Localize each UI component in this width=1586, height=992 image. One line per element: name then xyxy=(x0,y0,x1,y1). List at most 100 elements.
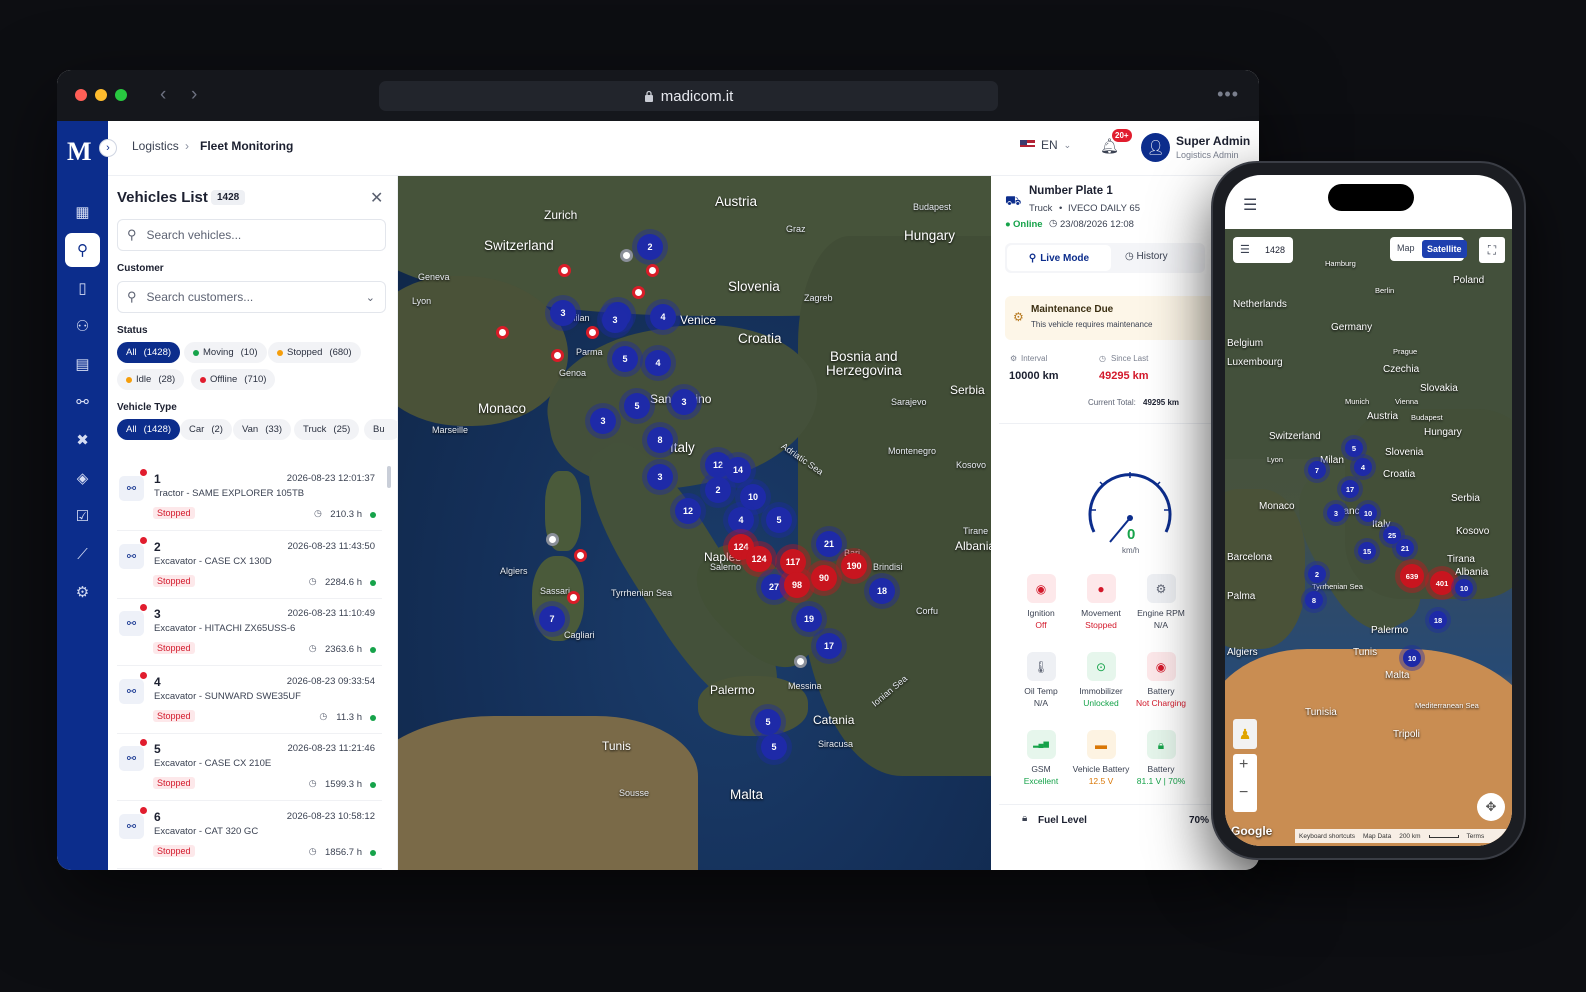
close-icon[interactable]: ✕ xyxy=(370,188,383,208)
phone-cluster-marker[interactable]: 3 xyxy=(1327,504,1345,522)
map-cluster-marker[interactable]: 18 xyxy=(869,578,895,604)
vehicle-list-item[interactable]: ⚯ 4 2026-08-23 09:33:54 Excavator - SUNWARD… xyxy=(117,667,382,734)
map-cluster-marker[interactable]: 3 xyxy=(590,408,616,434)
maximize-window-button[interactable] xyxy=(115,89,127,101)
phone-cluster-marker[interactable]: 7 xyxy=(1308,461,1326,479)
scrollbar-thumb[interactable] xyxy=(387,466,391,488)
status-chip-moving[interactable]: Moving (10) xyxy=(184,342,267,363)
map-cluster-marker[interactable]: 124 xyxy=(746,546,772,572)
map-pin-marker[interactable] xyxy=(551,349,564,362)
map-pin-marker[interactable] xyxy=(567,591,580,604)
map-cluster-marker[interactable]: 4 xyxy=(650,304,676,330)
map-cluster-marker[interactable]: 12 xyxy=(675,498,701,524)
map-cluster-marker[interactable]: 14 xyxy=(725,457,751,483)
tab-live-mode[interactable]: ⚲ Live Mode xyxy=(1007,245,1111,271)
map-cluster-marker[interactable]: 4 xyxy=(645,350,671,376)
fleet-map[interactable]: Austria Switzerland Zurich Geneva Lyon Graz Bu… xyxy=(398,176,991,870)
map-cluster-marker[interactable]: 8 xyxy=(647,427,673,453)
brand-logo[interactable]: M xyxy=(67,137,92,167)
map-pin-marker[interactable] xyxy=(794,655,807,668)
map-cluster-marker[interactable]: 3 xyxy=(602,307,628,333)
map-cluster-marker[interactable]: 2 xyxy=(637,234,663,260)
maintenance-alert[interactable]: ⚙ Maintenance Due This vehicle requires … xyxy=(1005,296,1215,340)
rail-map-pin-button[interactable]: ⚲ xyxy=(65,233,100,267)
close-window-button[interactable] xyxy=(75,89,87,101)
status-chip-idle[interactable]: Idle (28) xyxy=(117,369,185,390)
map-cluster-marker[interactable]: 17 xyxy=(816,633,842,659)
map-cluster-marker[interactable]: 90 xyxy=(811,565,837,591)
rail-settings-button[interactable]: ⚙ xyxy=(65,575,100,609)
map-type-satellite-button[interactable]: Satellite xyxy=(1422,240,1467,258)
vehicle-search-input[interactable]: ⚲ Search vehicles... xyxy=(117,219,386,251)
phone-cluster-marker[interactable]: 10 xyxy=(1359,504,1377,522)
map-pin-marker[interactable] xyxy=(620,249,633,262)
map-pin-marker[interactable] xyxy=(558,264,571,277)
customer-select[interactable]: ⚲ Search customers... ⌄ xyxy=(117,281,386,313)
forward-icon[interactable]: › xyxy=(191,84,197,106)
phone-cluster-marker[interactable]: 18 xyxy=(1429,611,1447,629)
map-pin-marker[interactable] xyxy=(632,286,645,299)
recenter-icon[interactable]: ✥ xyxy=(1477,793,1505,821)
map-pin-marker[interactable] xyxy=(496,326,509,339)
map-cluster-marker[interactable]: 19 xyxy=(796,606,822,632)
map-cluster-marker[interactable]: 3 xyxy=(550,300,576,326)
type-chip-all[interactable]: All (1428) xyxy=(117,419,181,440)
map-data-link[interactable]: Map Data xyxy=(1363,833,1391,840)
map-cluster-marker[interactable]: 3 xyxy=(647,464,673,490)
type-chip-bu[interactable]: Bu xyxy=(364,419,401,440)
map-cluster-marker[interactable]: 5 xyxy=(612,346,638,372)
phone-cluster-marker[interactable]: 15 xyxy=(1358,542,1376,560)
phone-cluster-marker[interactable]: 10 xyxy=(1455,579,1473,597)
vehicle-list-item[interactable]: ⚯ 3 2026-08-23 11:10:49 Excavator - HITACHI… xyxy=(117,599,382,666)
rail-route-button[interactable]: ⚯ xyxy=(65,385,100,419)
language-selector[interactable]: EN ⌄ xyxy=(1020,138,1071,152)
map-type-map-button[interactable]: Map xyxy=(1397,243,1415,253)
vehicle-list-item[interactable]: ⚯ 2 2026-08-23 11:43:50 Excavator - CASE CX… xyxy=(117,532,382,599)
rail-document-button[interactable]: ▤ xyxy=(65,347,100,381)
phone-cluster-marker[interactable]: 8 xyxy=(1305,591,1323,609)
hamburger-menu-icon[interactable]: ☰ xyxy=(1243,195,1257,215)
map-cluster-marker[interactable]: 3 xyxy=(671,389,697,415)
more-options-icon[interactable]: ••• xyxy=(1217,84,1239,105)
rail-chart-button[interactable]: ⟋ xyxy=(65,537,100,571)
phone-cluster-marker[interactable]: 21 xyxy=(1396,539,1414,557)
status-chip-all[interactable]: All (1428) xyxy=(117,342,181,363)
street-view-pegman-icon[interactable]: ♟ xyxy=(1233,719,1257,749)
map-pin-marker[interactable] xyxy=(574,549,587,562)
phone-cluster-marker[interactable]: 2 xyxy=(1308,565,1326,583)
fullscreen-icon[interactable]: ⛶ xyxy=(1479,237,1505,263)
phone-cluster-marker[interactable]: 17 xyxy=(1341,480,1359,498)
vehicle-list-item[interactable]: ⚯ 6 2026-08-23 10:58:12 Excavator - CAT 320… xyxy=(117,802,382,869)
rail-tablet-button[interactable]: ▯ xyxy=(65,271,100,305)
zoom-in-button[interactable]: + xyxy=(1239,756,1248,774)
type-chip-truck[interactable]: Truck (25) xyxy=(294,419,360,440)
map-cluster-marker[interactable]: 2 xyxy=(705,477,731,503)
avatar[interactable]: 👤︎ xyxy=(1141,133,1170,162)
back-icon[interactable]: ‹ xyxy=(160,84,166,106)
phone-cluster-marker[interactable]: 5 xyxy=(1345,439,1363,457)
map-cluster-marker[interactable]: 117 xyxy=(780,549,806,575)
type-chip-van[interactable]: Van (33) xyxy=(233,419,292,440)
rail-tools-button[interactable]: ✖ xyxy=(65,423,100,457)
map-cluster-marker[interactable]: 7 xyxy=(539,606,565,632)
status-chip-offline[interactable]: Offline (710) xyxy=(191,369,276,390)
vehicle-list-item[interactable]: ⚯ 5 2026-08-23 11:21:46 Excavator - CASE CX… xyxy=(117,734,382,801)
rail-layers-button[interactable]: ◈ xyxy=(65,461,100,495)
phone-map[interactable]: ☰ 1428 Map Satellite ⛶ Hamburg Poland Berl… xyxy=(1225,229,1512,846)
map-cluster-marker[interactable]: 27 xyxy=(761,574,787,600)
map-cluster-marker[interactable]: 5 xyxy=(766,507,792,533)
phone-cluster-marker[interactable]: 10 xyxy=(1403,649,1421,667)
minimize-window-button[interactable] xyxy=(95,89,107,101)
keyboard-shortcuts-link[interactable]: Keyboard shortcuts xyxy=(1299,833,1355,840)
map-pin-marker[interactable] xyxy=(586,326,599,339)
collapse-toggle-icon[interactable]: › xyxy=(99,139,117,157)
map-pin-marker[interactable] xyxy=(546,533,559,546)
map-cluster-marker[interactable]: 98 xyxy=(784,572,810,598)
map-cluster-marker[interactable]: 4 xyxy=(728,507,754,533)
user-name[interactable]: Super Admin xyxy=(1176,134,1250,148)
phone-cluster-marker[interactable]: 4 xyxy=(1354,458,1372,476)
phone-cluster-marker[interactable]: 639 xyxy=(1400,564,1424,588)
map-cluster-marker[interactable]: 5 xyxy=(624,393,650,419)
map-pin-marker[interactable] xyxy=(646,264,659,277)
address-bar[interactable]: madicom.it xyxy=(379,81,998,111)
